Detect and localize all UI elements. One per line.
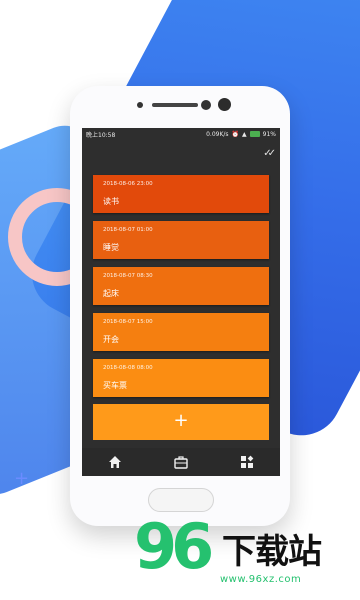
- bottom-nav: [82, 448, 280, 476]
- toolbar: ✓✓: [82, 140, 280, 170]
- task-date: 2018-08-06 23:00: [103, 181, 153, 187]
- status-speed: 0.09K/s: [206, 130, 229, 138]
- watermark-number: 96: [134, 510, 214, 583]
- task-title: 睡觉: [103, 243, 119, 252]
- watermark-url: www.96xz.com: [220, 574, 302, 585]
- task-date: 2018-08-08 08:00: [103, 365, 153, 371]
- battery-icon: [249, 131, 260, 137]
- task-card[interactable]: 2018-08-07 08:30 起床: [93, 267, 269, 305]
- task-date: 2018-08-07 01:00: [103, 227, 153, 233]
- task-card[interactable]: 2018-08-07 01:00 睡觉: [93, 221, 269, 259]
- status-right: 0.09K/s ⏰ ▲ 91%: [206, 131, 276, 138]
- task-card[interactable]: 2018-08-08 08:00 买车票: [93, 359, 269, 397]
- task-card[interactable]: 2018-08-06 23:00 读书: [93, 175, 269, 213]
- battery-level: 91%: [262, 130, 276, 138]
- task-date: 2018-08-07 15:00: [103, 319, 153, 325]
- home-icon[interactable]: [105, 452, 125, 472]
- signal-icon: ▲: [242, 130, 247, 138]
- briefcase-icon[interactable]: [171, 452, 191, 472]
- done-all-icon[interactable]: ✓✓: [263, 148, 276, 159]
- alarm-icon: ⏰: [231, 130, 240, 138]
- phone-sensor: [137, 102, 143, 108]
- task-title: 读书: [103, 197, 119, 206]
- task-title: 开会: [103, 335, 119, 344]
- phone-camera: [201, 100, 211, 110]
- task-title: 起床: [103, 289, 119, 298]
- task-date: 2018-08-07 08:30: [103, 273, 153, 279]
- task-card[interactable]: 2018-08-07 15:00 开会: [93, 313, 269, 351]
- add-task-button[interactable]: +: [93, 404, 269, 440]
- watermark-logo: 96 下载站 www.96xz.com: [134, 516, 358, 596]
- widgets-icon[interactable]: [237, 452, 257, 472]
- app-screen: 晚上10:58 0.09K/s ⏰ ▲ 91% ✓✓ 2018-08-06 23…: [82, 128, 280, 476]
- plus-decoration-icon: +: [14, 468, 30, 489]
- phone-home-button: [148, 488, 214, 512]
- phone-speaker: [152, 103, 198, 107]
- task-list: 2018-08-06 23:00 读书 2018-08-07 01:00 睡觉 …: [93, 175, 269, 405]
- status-bar: 晚上10:58 0.09K/s ⏰ ▲ 91%: [82, 128, 280, 140]
- phone-camera-2: [218, 98, 231, 111]
- task-title: 买车票: [103, 381, 127, 390]
- watermark-text: 下载站: [222, 532, 322, 572]
- status-time: 晚上10:58: [86, 131, 116, 139]
